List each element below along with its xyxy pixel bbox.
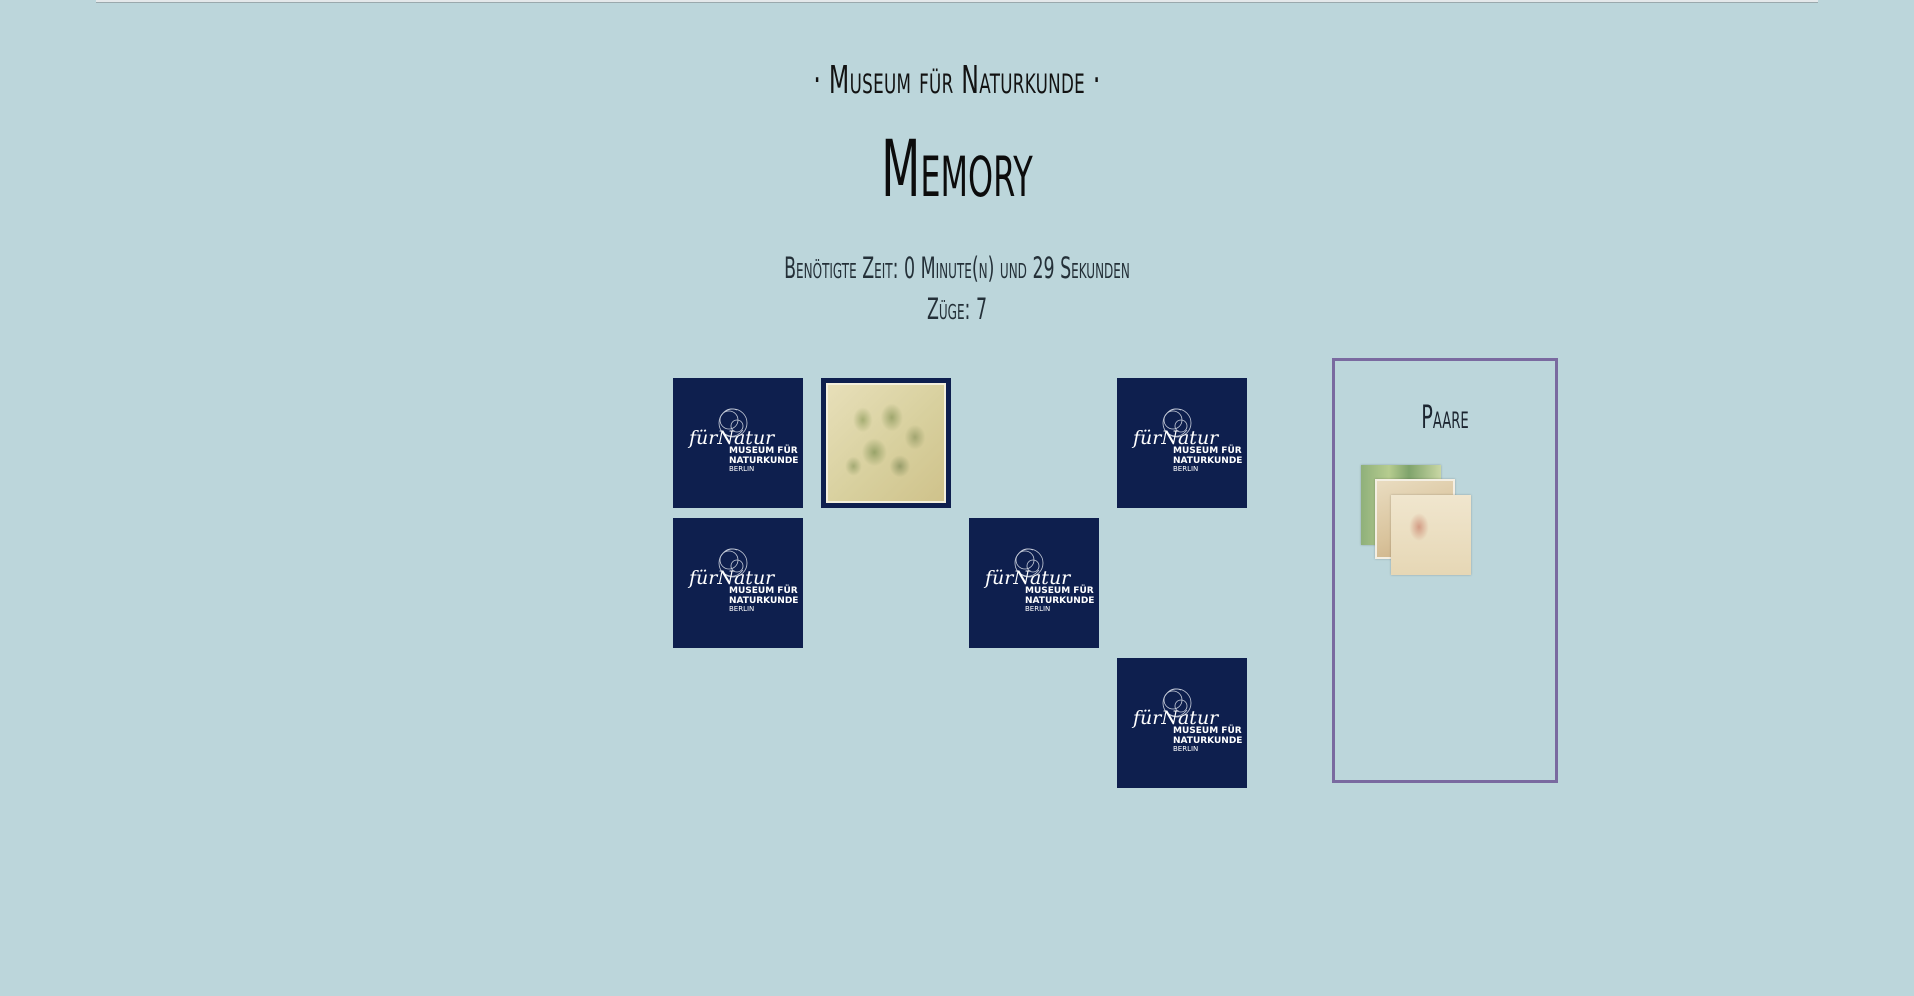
svg-text:BERLIN: BERLIN <box>1173 465 1198 473</box>
pairs-title: Paare <box>1421 398 1469 436</box>
game-title: Memory <box>881 125 1033 215</box>
svg-text:MUSEUM FÜR: MUSEUM FÜR <box>1173 725 1242 736</box>
move-counter: Züge: 7 <box>926 292 988 326</box>
herbarium-leaves-image <box>826 383 946 503</box>
museum-logo-icon: fürNatur MUSEUM FÜR NATURKUNDE BERLIN <box>687 548 798 613</box>
memory-card-face-down[interactable]: fürNatur MUSEUM FÜR NATURKUNDE BERLIN <box>1117 658 1247 788</box>
memory-card-face-down[interactable]: fürNatur MUSEUM FÜR NATURKUNDE BERLIN <box>1117 378 1247 508</box>
memory-card-face-down[interactable]: fürNatur MUSEUM FÜR NATURKUNDE BERLIN <box>969 518 1099 648</box>
svg-text:BERLIN: BERLIN <box>729 465 754 473</box>
svg-text:MUSEUM FÜR: MUSEUM FÜR <box>1173 445 1242 456</box>
svg-text:BERLIN: BERLIN <box>1173 745 1198 753</box>
svg-text:MUSEUM FÜR: MUSEUM FÜR <box>729 445 798 456</box>
browser-top-line <box>96 0 1818 3</box>
pairs-panel: Paare <box>1332 358 1558 783</box>
found-pair-card <box>1391 495 1471 575</box>
museum-logo-icon: fürNatur MUSEUM FÜR NATURKUNDE BERLIN <box>1131 688 1242 753</box>
museum-subtitle: · Museum für Naturkunde · <box>813 58 1101 102</box>
memory-card-face-down[interactable]: fürNatur MUSEUM FÜR NATURKUNDE BERLIN <box>673 518 803 648</box>
memory-card-face-down[interactable]: fürNatur MUSEUM FÜR NATURKUNDE BERLIN <box>673 378 803 508</box>
museum-logo-icon: fürNatur MUSEUM FÜR NATURKUNDE BERLIN <box>687 408 798 473</box>
memory-card-face-up[interactable] <box>821 378 951 508</box>
svg-text:BERLIN: BERLIN <box>729 605 754 613</box>
elapsed-time: Benötigte Zeit: 0 Minute(n) und 29 Sekun… <box>784 251 1130 285</box>
museum-logo-icon: fürNatur MUSEUM FÜR NATURKUNDE BERLIN <box>983 548 1094 613</box>
svg-text:MUSEUM FÜR: MUSEUM FÜR <box>1025 585 1094 596</box>
museum-logo-icon: fürNatur MUSEUM FÜR NATURKUNDE BERLIN <box>1131 408 1242 473</box>
svg-text:BERLIN: BERLIN <box>1025 605 1050 613</box>
svg-text:MUSEUM FÜR: MUSEUM FÜR <box>729 585 798 596</box>
